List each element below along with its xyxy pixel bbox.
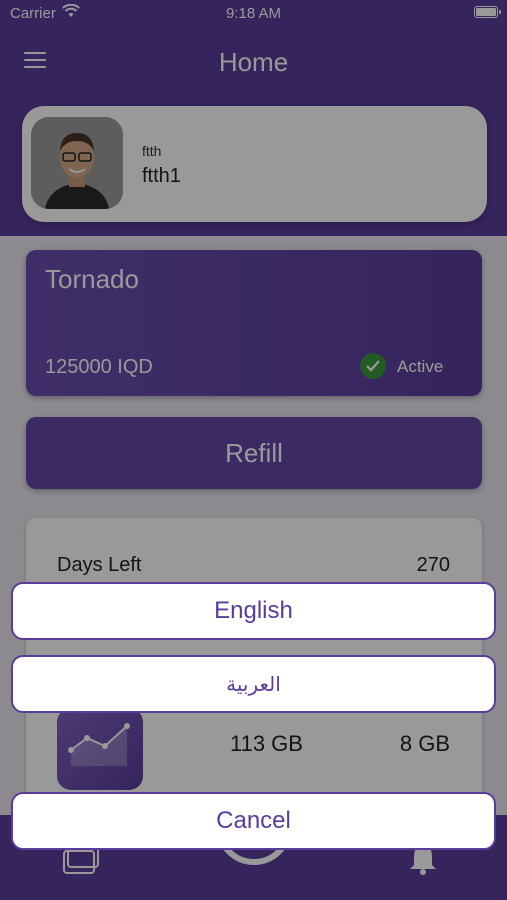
language-option-english[interactable]: English xyxy=(11,582,496,640)
cancel-button[interactable]: Cancel xyxy=(11,792,496,850)
language-option-arabic[interactable]: العربية xyxy=(11,655,496,713)
modal-overlay[interactable] xyxy=(0,0,507,900)
